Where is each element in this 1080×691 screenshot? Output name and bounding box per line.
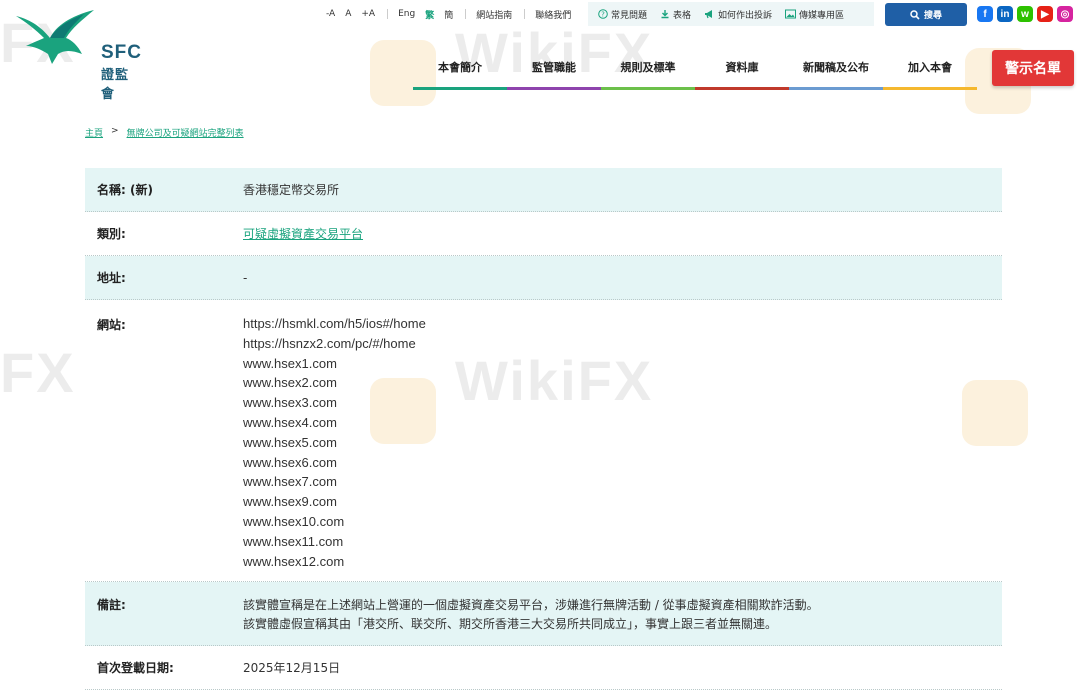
- website-label: 網站:: [97, 318, 126, 332]
- site-header: SFC 證監會 -A A +A Eng 繁 簡 網站指南 聯絡我們 ? 常見問題…: [0, 0, 1080, 102]
- sitemap-link[interactable]: 網站指南: [476, 8, 512, 21]
- website-item: www.hsex3.com: [243, 395, 337, 411]
- quick-links: ? 常見問題 表格 如何作出投訴 傳媒專用區: [588, 2, 874, 26]
- remark-line: 該實體宣稱是在上述網站上營運的一個虛擬資產交易平台，涉嫌進行無牌活動 / 從事虛…: [243, 598, 819, 612]
- breadcrumb: 主頁 > 無牌公司及可疑網站完整列表: [85, 126, 252, 139]
- megaphone-icon: [705, 10, 713, 19]
- breadcrumb-separator: >: [111, 126, 119, 136]
- facebook-icon[interactable]: f: [977, 6, 993, 22]
- breadcrumb-current[interactable]: 無牌公司及可疑網站完整列表: [127, 126, 244, 139]
- detail-table: 名稱: (新) 香港穩定幣交易所 類別: 可疑虛擬資產交易平台 地址: - 網站…: [85, 168, 1002, 690]
- search-label: 搜尋: [923, 11, 942, 21]
- website-item: www.hsex9.com: [243, 494, 337, 510]
- nav-item[interactable]: 監管職能: [507, 48, 601, 90]
- forms-label: 表格: [673, 10, 692, 21]
- instagram-icon[interactable]: ◎: [1057, 6, 1073, 22]
- name-label: 名稱: (新): [97, 183, 153, 197]
- address-value: -: [243, 270, 248, 285]
- youtube-icon[interactable]: ▶: [1037, 6, 1053, 22]
- website-item: www.hsex11.com: [243, 533, 344, 549]
- website-list: https://hsmkl.com/h5/ios#/home https://hs…: [243, 314, 1002, 571]
- category-link[interactable]: 可疑虛擬資產交易平台: [243, 227, 363, 241]
- main-nav: 本會簡介 監管職能 規則及標準 資料庫 新聞稿及公布 加入本會: [413, 48, 977, 90]
- first-date-value: 2025年12月15日: [243, 661, 341, 675]
- website-item: www.hsex7.com: [243, 474, 337, 490]
- website-item: www.hsex1.com: [243, 355, 337, 371]
- category-label: 類別:: [97, 227, 126, 241]
- font-larger-button[interactable]: +A: [361, 9, 375, 19]
- logo-name: 證監會: [101, 68, 130, 102]
- lang-simplified[interactable]: 簡: [444, 8, 453, 21]
- website-item: www.hsex4.com: [243, 414, 337, 430]
- alert-list-button[interactable]: 警示名單: [992, 50, 1074, 86]
- address-label: 地址:: [97, 271, 126, 285]
- complaint-link[interactable]: 如何作出投訴: [704, 8, 772, 21]
- faq-link[interactable]: ? 常見問題: [598, 8, 647, 21]
- remark-line: 該實體虛假宣稱其由「港交所、联交所、期交所香港三大交易所共同成立」，事實上跟三者…: [243, 617, 778, 631]
- faq-label: 常見問題: [611, 10, 648, 21]
- media-link[interactable]: 傳媒專用區: [785, 8, 844, 21]
- divider: [387, 9, 389, 19]
- question-icon: ?: [598, 9, 608, 19]
- search-button[interactable]: 搜尋: [885, 3, 967, 26]
- social-links: f in w ▶ ◎: [977, 6, 1077, 22]
- remarks-value: 該實體宣稱是在上述網站上營運的一個虛擬資產交易平台，涉嫌進行無牌活動 / 從事虛…: [243, 596, 1002, 634]
- lang-english[interactable]: Eng: [398, 9, 415, 19]
- sfc-logo[interactable]: SFC 證監會: [12, 6, 142, 102]
- website-item: https://hsmkl.com/h5/ios#/home: [243, 316, 426, 331]
- forms-link[interactable]: 表格: [660, 8, 691, 21]
- media-label: 傳媒專用區: [799, 10, 845, 21]
- row-category: 類別: 可疑虛擬資產交易平台: [85, 212, 1002, 256]
- divider: [465, 9, 467, 19]
- website-item: www.hsex5.com: [243, 434, 337, 450]
- row-remarks: 備註: 該實體宣稱是在上述網站上營運的一個虛擬資產交易平台，涉嫌進行無牌活動 /…: [85, 582, 1002, 646]
- download-icon: [661, 10, 669, 19]
- contact-link[interactable]: 聯絡我們: [535, 8, 571, 21]
- website-item: www.hsex12.com: [243, 553, 345, 569]
- nav-item[interactable]: 本會簡介: [413, 48, 507, 90]
- website-item: www.hsex6.com: [243, 454, 337, 470]
- complaint-label: 如何作出投訴: [718, 10, 773, 21]
- font-normal-button[interactable]: A: [345, 9, 351, 19]
- row-first-date: 首次登載日期: 2025年12月15日: [85, 646, 1002, 690]
- remarks-label: 備註:: [97, 598, 126, 612]
- search-icon: [910, 9, 920, 20]
- website-item: https://hsnzx2.com/pc/#/home: [243, 335, 416, 351]
- row-address: 地址: -: [85, 256, 1002, 300]
- nav-item[interactable]: 新聞稿及公布: [789, 48, 883, 90]
- row-websites: 網站: https://hsmkl.com/h5/ios#/home https:…: [85, 300, 1002, 582]
- eagle-icon: [16, 10, 94, 64]
- nav-item[interactable]: 規則及標準: [601, 48, 695, 90]
- utility-bar: -A A +A Eng 繁 簡 網站指南 聯絡我們: [326, 3, 581, 25]
- watermark-text-partial: FX: [0, 341, 76, 404]
- wechat-icon[interactable]: w: [1017, 6, 1033, 22]
- row-name: 名稱: (新) 香港穩定幣交易所: [85, 168, 1002, 212]
- linkedin-icon[interactable]: in: [997, 6, 1013, 22]
- breadcrumb-home[interactable]: 主頁: [85, 126, 103, 139]
- font-smaller-button[interactable]: -A: [326, 9, 335, 19]
- divider: [524, 9, 526, 19]
- website-item: www.hsex10.com: [243, 513, 345, 529]
- first-date-label: 首次登載日期:: [97, 661, 174, 675]
- nav-item[interactable]: 資料庫: [695, 48, 789, 90]
- lang-traditional[interactable]: 繁: [425, 8, 434, 21]
- svg-text:?: ?: [601, 11, 605, 19]
- logo-abbr: SFC: [101, 42, 142, 63]
- nav-item[interactable]: 加入本會: [883, 48, 977, 90]
- name-value: 香港穩定幣交易所: [243, 183, 340, 197]
- website-item: www.hsex2.com: [243, 375, 337, 391]
- image-icon: [785, 9, 797, 19]
